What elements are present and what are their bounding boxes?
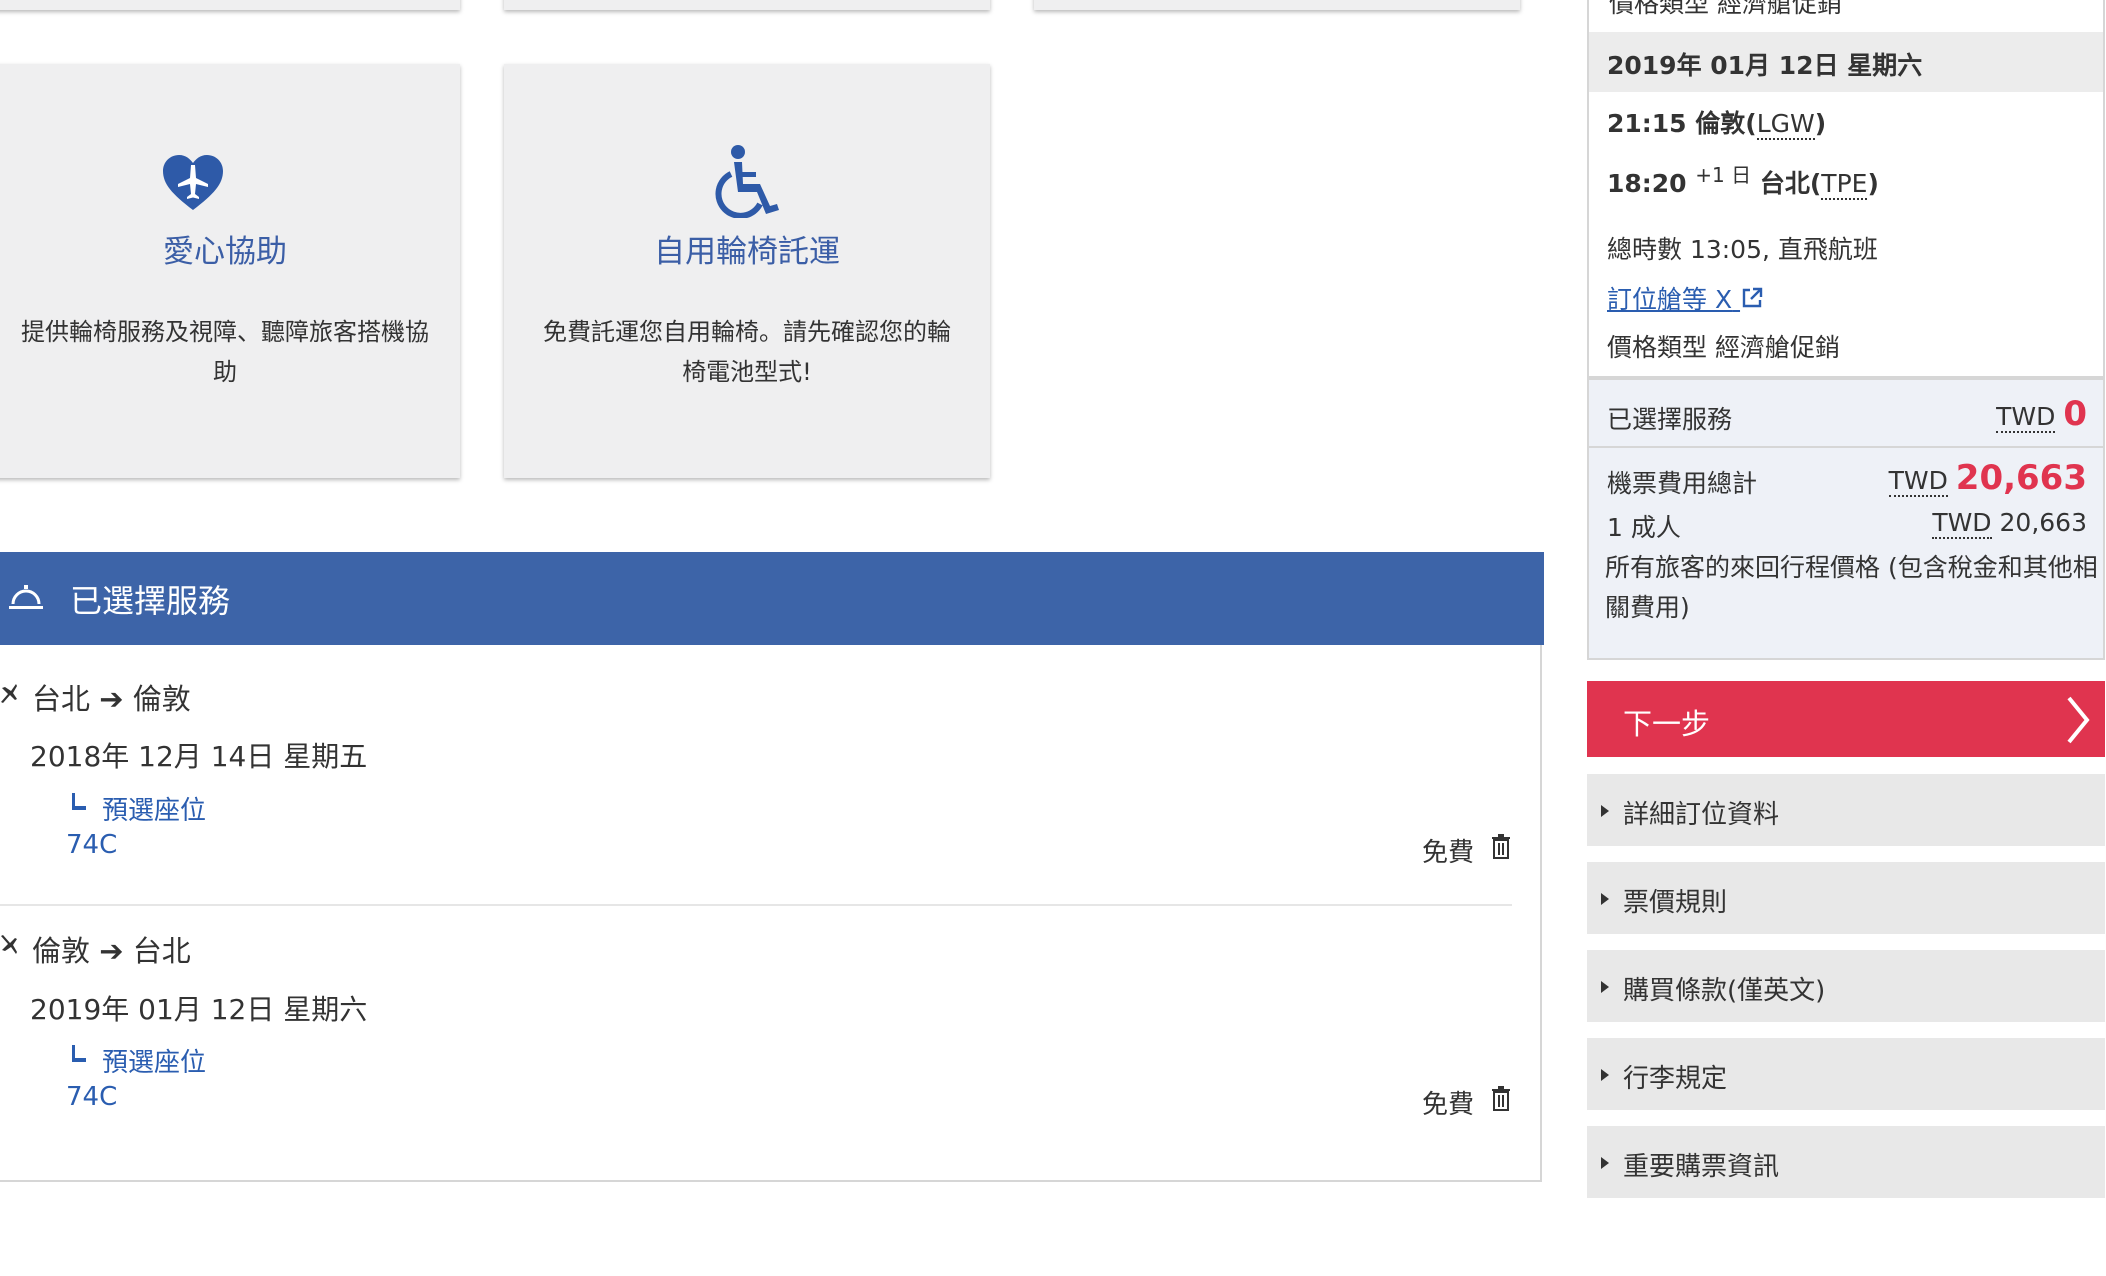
fare-type: 價格類型 經濟艙促銷 <box>1607 333 1840 362</box>
flight-summary-box: 價格類型 經濟艙促銷 2019年 01月 12日 星期六 21:15 倫敦(LG… <box>1587 0 2105 378</box>
departure-code: LGW <box>1756 109 1815 140</box>
accordion-fare-rules[interactable]: 票價規則 <box>1587 862 2105 934</box>
wheelchair-icon <box>715 145 779 218</box>
currency-code: TWD <box>1888 466 1948 497</box>
arrow-right-icon: ➔ <box>99 682 124 716</box>
service-card-wheelchair[interactable]: 自用輪椅託運 免費託運您自用輪椅。請先確認您的輪 椅電池型式! <box>504 64 990 478</box>
accordion-label: 詳細訂位資料 <box>1623 800 1780 830</box>
accordion-label: 票價規則 <box>1623 888 1728 918</box>
departure-info: 21:15 倫敦(LGW) <box>1607 104 1826 140</box>
arrival-close: ) <box>1867 169 1879 198</box>
plane-return-icon <box>1 935 17 954</box>
accordion-label: 重要購票資訊 <box>1623 1152 1780 1182</box>
segment-date: 2019年 01月 12日 星期六 <box>30 993 368 1026</box>
departure-close: ) <box>1814 109 1827 138</box>
card-desc-line: 椅電池型式! <box>682 358 812 386</box>
selected-services-header: 已選擇服務 <box>0 552 1544 645</box>
accordion-important-info[interactable]: 重要購票資訊 <box>1587 1126 2105 1198</box>
arrival-city: 台北( <box>1759 169 1822 198</box>
next-step-label: 下一步 <box>1623 707 1711 741</box>
caret-right-icon <box>1601 893 1609 905</box>
passenger-label: 1 成人 <box>1607 513 1681 542</box>
price-divider <box>1589 446 2103 448</box>
accordion-baggage-rules[interactable]: 行李規定 <box>1587 1038 2105 1110</box>
seat-code: 74C <box>66 1082 118 1112</box>
price-summary-box: 已選擇服務 TWD 0 機票費用總計 TWD 20,663 1 成人 TWD 2… <box>1587 378 2105 660</box>
ticket-total-amount: 20,663 <box>1955 458 2087 498</box>
arrow-right-icon: ➔ <box>99 934 124 968</box>
fare-type-partial: 價格類型 經濟艙促銷 <box>1609 0 1842 18</box>
card-desc-line: 助 <box>213 358 237 386</box>
caret-right-icon <box>1601 981 1609 993</box>
card-desc-line: 免費託運您自用輪椅。請先確認您的輪 <box>543 318 951 346</box>
segment-divider <box>0 904 1512 906</box>
accordion-purchase-terms[interactable]: 購買條款(僅英文) <box>1587 950 2105 1022</box>
seat-selection-link[interactable]: 預選座位 <box>102 1042 206 1079</box>
price-note-line: 所有旅客的來回行程價格 (包含稅金和其他相 <box>1605 553 2098 582</box>
route-to: 倫敦 <box>132 682 191 716</box>
departure-city: 倫敦( <box>1695 109 1757 138</box>
card-description: 免費託運您自用輪椅。請先確認您的輪 椅電池型式! <box>504 312 990 392</box>
segment-route: 倫敦 ➔ 台北 <box>32 928 191 970</box>
route-to: 台北 <box>132 934 191 968</box>
external-link-icon <box>1742 287 1763 308</box>
route-from: 倫敦 <box>32 934 91 968</box>
flight-date: 2019年 01月 12日 星期六 <box>1607 51 1923 80</box>
ticket-total: TWD 20,663 <box>1888 458 2087 498</box>
caret-right-icon <box>1601 805 1609 817</box>
trash-icon[interactable] <box>1490 834 1512 860</box>
segment-date: 2018年 12月 14日 星期五 <box>30 740 368 773</box>
selected-services-label: 已選擇服務 <box>1607 405 1733 434</box>
selected-services-total: TWD 0 <box>1996 394 2087 434</box>
selected-services-amount: 0 <box>2063 394 2087 434</box>
arrival-info: 18:20 +1 日 台北(TPE) <box>1607 163 1879 200</box>
arrival-time: 18:20 <box>1607 169 1687 198</box>
selected-services-panel: 已選擇服務 台北 ➔ 倫敦 2018年 12月 14日 星期五 預選座位 74C… <box>0 552 1544 1182</box>
chevron-right-icon <box>2067 696 2090 744</box>
card-title: 愛心協助 <box>163 234 287 270</box>
card-partial-3 <box>1034 0 1520 10</box>
arrival-code: TPE <box>1821 169 1868 200</box>
segment-route: 台北 ➔ 倫敦 <box>32 676 191 718</box>
departure-time: 21:15 <box>1607 109 1687 138</box>
card-partial-1 <box>0 0 460 10</box>
ticket-total-label: 機票費用總計 <box>1607 469 1758 498</box>
flight-duration: 總時數 13:05, 直飛航班 <box>1607 235 1878 264</box>
heart-plane-icon <box>163 155 223 210</box>
currency-code: TWD <box>1996 402 2056 433</box>
plane-depart-icon <box>1 684 17 703</box>
route-from: 台北 <box>32 682 91 716</box>
passenger-amount: 20,663 <box>1999 508 2087 537</box>
card-description: 提供輪椅服務及視障、聽障旅客搭機協 助 <box>0 312 460 392</box>
currency-code: TWD <box>1932 508 1992 539</box>
price-free: 免費 <box>1422 838 1475 868</box>
price-note-line: 關費用) <box>1605 593 1690 622</box>
selected-services-title: 已選擇服務 <box>70 582 231 620</box>
accordion-label: 行李規定 <box>1623 1064 1728 1094</box>
caret-right-icon <box>1601 1157 1609 1169</box>
booking-class-label: 訂位艙等 X <box>1607 285 1733 314</box>
arrival-day-offset: +1 日 <box>1695 163 1752 187</box>
card-title: 自用輪椅託運 <box>654 234 840 270</box>
price-free: 免費 <box>1422 1090 1475 1120</box>
card-desc-line: 提供輪椅服務及視障、聽障旅客搭機協 <box>21 318 429 346</box>
seat-code: 74C <box>66 830 118 860</box>
trash-icon[interactable] <box>1490 1086 1512 1112</box>
booking-class-link[interactable]: 訂位艙等 X <box>1607 280 1764 316</box>
date-header-bar: 2019年 01月 12日 星期六 <box>1589 32 2103 92</box>
seat-icon <box>72 1045 86 1062</box>
accordion-booking-details[interactable]: 詳細訂位資料 <box>1587 774 2105 846</box>
accordion-label: 購買條款(僅英文) <box>1623 976 1826 1006</box>
seat-icon <box>72 793 86 810</box>
caret-right-icon <box>1601 1069 1609 1081</box>
card-partial-2 <box>504 0 990 10</box>
next-step-button[interactable]: 下一步 <box>1587 681 2105 757</box>
service-card-love-assistance[interactable]: 愛心協助 提供輪椅服務及視障、聽障旅客搭機協 助 <box>0 64 460 478</box>
service-bell-icon <box>9 585 43 609</box>
passenger-price: TWD 20,663 <box>1932 508 2087 539</box>
seat-selection-link[interactable]: 預選座位 <box>102 790 206 827</box>
